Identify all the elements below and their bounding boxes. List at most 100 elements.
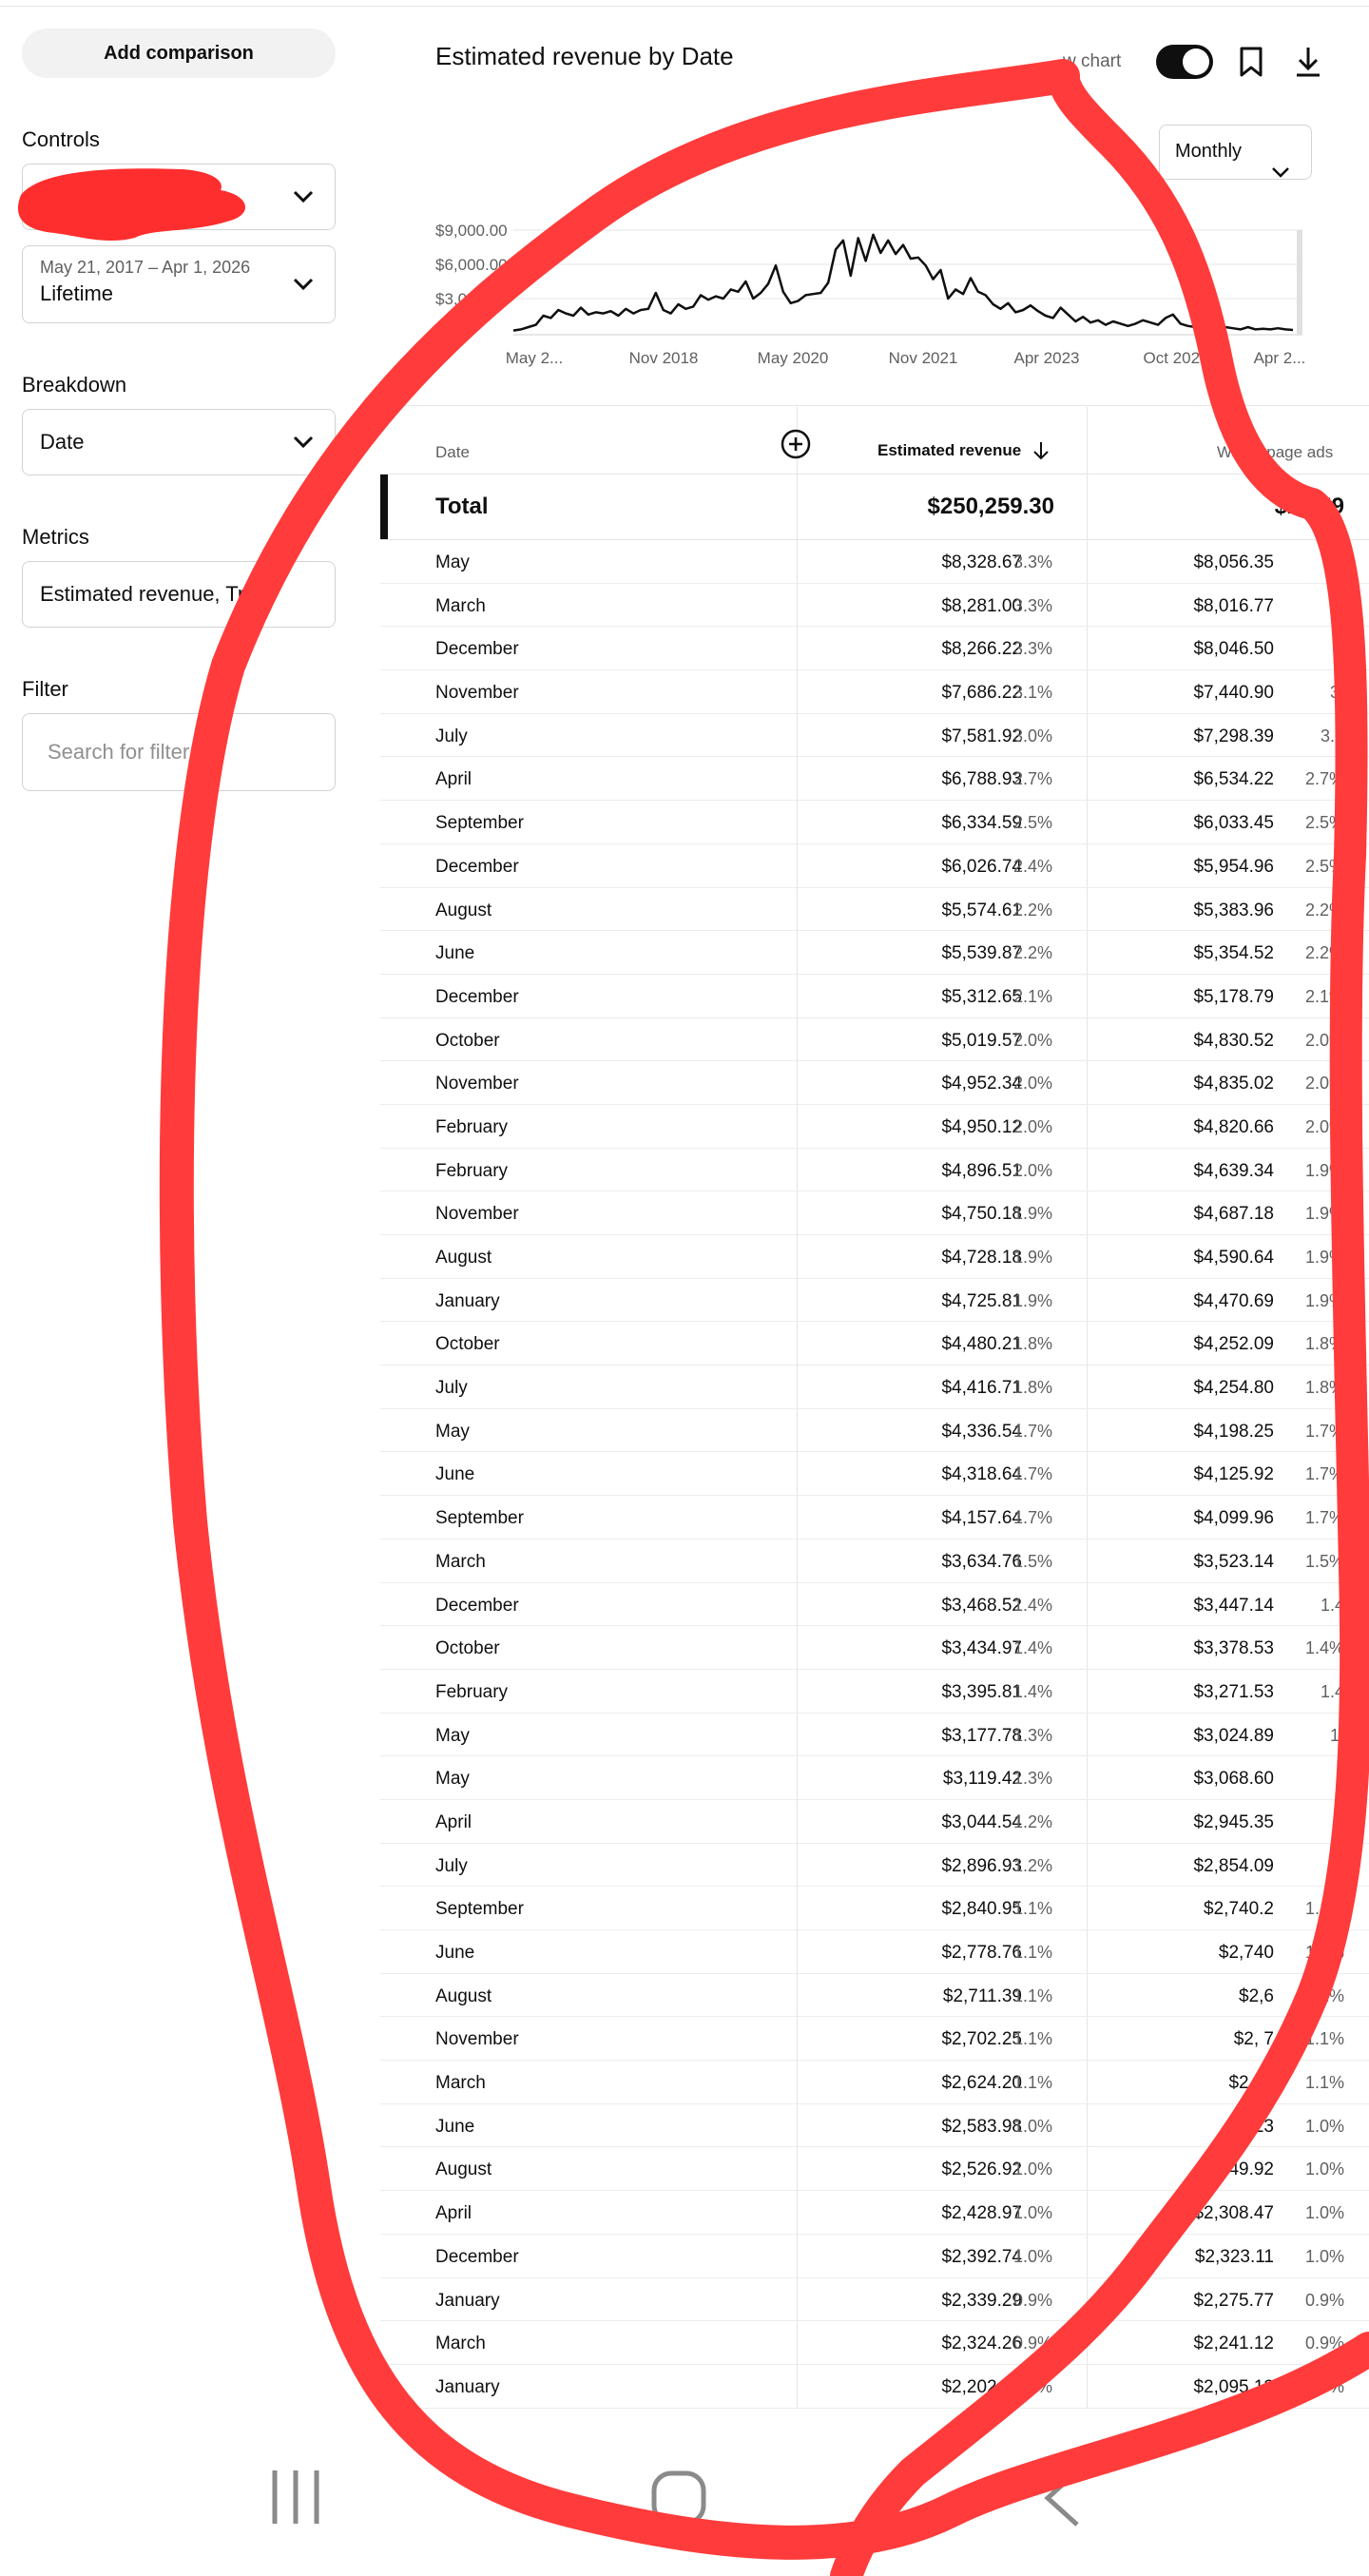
table-row[interactable]: April $2,428.97 1.0% $2,308.47 1.0% bbox=[380, 2191, 1369, 2235]
row-revenue: $2,324.26 bbox=[941, 2334, 1022, 2354]
table-row[interactable]: July $2,896.93 1.2% $2,854.09% bbox=[380, 1844, 1369, 1888]
row-revenue: $2,702.25 bbox=[941, 2029, 1022, 2050]
table-row[interactable]: December $5,312.65 2.1% $5,178.79 2.1% bbox=[380, 975, 1369, 1018]
show-chart-label: w chart bbox=[1063, 51, 1122, 71]
table-row[interactable]: October $5,019.57 2.0% $4,830.52 2.0% bbox=[380, 1018, 1369, 1062]
breakdown-select[interactable]: Date bbox=[22, 409, 336, 475]
row-watch-page-ads-percent: 3. bbox=[1329, 683, 1344, 703]
chart-scrollbar[interactable] bbox=[1297, 230, 1302, 335]
table-row[interactable]: January $2,339.29 0.9% $2,275.77 0.9% bbox=[380, 2278, 1369, 2322]
table-row[interactable]: June $5,539.87 2.2% $5,354.52 2.2% bbox=[380, 931, 1369, 975]
table-row[interactable]: June $2,778.76 1.1% $2,740 1.1% bbox=[380, 1930, 1369, 1974]
table-row[interactable]: July $7,581.92 3.0% $7,298.39 3.0 bbox=[380, 714, 1369, 758]
row-date: June bbox=[435, 943, 475, 964]
row-date: December bbox=[435, 1595, 519, 1616]
table-row[interactable]: February $4,896.51 2.0% $4,639.34 1.9% bbox=[380, 1149, 1369, 1192]
row-revenue-percent: 1.2% bbox=[1012, 1855, 1052, 1875]
row-watch-page-ads-percent: 2.5% bbox=[1304, 813, 1344, 833]
table-row[interactable]: February $4,950.12 2.0% $4,820.66 2.0% bbox=[380, 1105, 1369, 1149]
row-revenue: $4,728.18 bbox=[941, 1248, 1022, 1268]
table-row[interactable]: May $3,177.78 1.3% $3,024.89 1. bbox=[380, 1714, 1369, 1757]
table-row[interactable]: August $2,526.92 1.0% ,349.92 1.0% bbox=[380, 2147, 1369, 2192]
table-row[interactable]: January $2,202.52 0.9% $2,095.13 0.9% bbox=[380, 2365, 1369, 2409]
home-icon[interactable] bbox=[651, 2470, 706, 2526]
table-row[interactable]: March $2,324.26 0.9% $2,241.12 0.9% bbox=[380, 2321, 1369, 2365]
row-revenue: $8,266.22 bbox=[941, 639, 1022, 660]
row-date: March bbox=[435, 2073, 486, 2094]
table-row[interactable]: November $7,686.22 3.1% $7,440.90 3. bbox=[380, 670, 1369, 714]
row-revenue: $2,840.95 bbox=[941, 1899, 1022, 1920]
y-tick-label: $6,000.00 bbox=[435, 256, 508, 274]
table-row[interactable]: March $3,634.76 1.5% $3,523.14 1.5% bbox=[380, 1540, 1369, 1583]
row-watch-page-ads-percent: 1.7% bbox=[1304, 1464, 1344, 1484]
row-watch-page-ads: $8,046.50 bbox=[1193, 639, 1274, 660]
table-row[interactable]: May $3,119.42 1.3% $3,068.60 bbox=[380, 1756, 1369, 1800]
x-tick-label: Nov 2021 bbox=[889, 349, 958, 367]
chevron-down-icon bbox=[293, 436, 314, 449]
interval-select[interactable]: Monthly bbox=[1159, 125, 1312, 180]
table-row[interactable]: April $6,788.93 2.7% $6,534.22 2.7% bbox=[380, 757, 1369, 802]
revenue-line-chart[interactable]: $9,000.00 $6,000.00 $3,000 May 2... Nov … bbox=[418, 211, 1312, 382]
table-row[interactable]: June $2,583.98 1.0% .23 1.0% bbox=[380, 2104, 1369, 2148]
table-row[interactable]: August $5,574.61 2.2% $5,383.96 2.2% bbox=[380, 888, 1369, 932]
table-row[interactable]: February $3,395.81 1.4% $3,271.53 1.4 bbox=[380, 1670, 1369, 1714]
table-row[interactable]: October $4,480.21 1.8% $4,252.09 1.8% bbox=[380, 1322, 1369, 1366]
date-range-select[interactable]: May 21, 2017 – Apr 1, 2026 Lifetime bbox=[22, 245, 336, 323]
row-watch-page-ads-percent: 1. bbox=[1329, 1725, 1344, 1745]
filter-search-input[interactable]: Search for filter bbox=[22, 713, 336, 791]
table-row[interactable]: September $2,840.95 1.1% $2,740.2 1.1% bbox=[380, 1887, 1369, 1930]
table-row[interactable]: July $4,416.71 1.8% $4,254.80 1.8% bbox=[380, 1365, 1369, 1409]
table-body: May $8,328.67 3.3% $8,056.35 March $8,281.00 3… bbox=[380, 540, 1369, 2409]
row-revenue-percent: 1.1% bbox=[1012, 2029, 1052, 2049]
row-revenue: $2,392.74 bbox=[941, 2246, 1022, 2267]
table-row[interactable]: May $4,336.54 1.7% $4,198.25 1.7% bbox=[380, 1409, 1369, 1453]
row-watch-page-ads-percent: 0.9% bbox=[1304, 2334, 1344, 2353]
column-header-revenue[interactable]: Estimated revenue bbox=[877, 441, 1021, 460]
add-column-icon[interactable] bbox=[780, 428, 812, 460]
row-revenue-percent: 1.1% bbox=[1012, 1943, 1052, 1962]
table-row[interactable]: August $2,711.39 1.1% $2,6 1.1% bbox=[380, 1974, 1369, 2018]
table-row[interactable]: April $3,044.54 1.2% $2,945.35 bbox=[380, 1800, 1369, 1844]
row-revenue: $7,686.22 bbox=[941, 683, 1022, 704]
x-tick-label: May 2020 bbox=[758, 349, 829, 367]
row-revenue: $4,950.12 bbox=[941, 1116, 1022, 1137]
row-revenue-percent: 2.7% bbox=[1012, 769, 1052, 789]
row-date: January bbox=[435, 2376, 500, 2397]
row-watch-page-ads: ,349.92 bbox=[1213, 2160, 1274, 2180]
table-row[interactable]: December $2,392.74 1.0% $2,323.11 1.0% bbox=[380, 2235, 1369, 2278]
table-row[interactable]: September $4,157.64 1.7% $4,099.96 1.7% bbox=[380, 1496, 1369, 1540]
download-icon[interactable] bbox=[1294, 46, 1322, 78]
show-chart-toggle[interactable] bbox=[1156, 45, 1213, 79]
row-revenue-percent: 2.0% bbox=[1012, 1074, 1052, 1094]
table-row[interactable]: September $6,334.59 2.5% $6,033.45 2.5% bbox=[380, 801, 1369, 844]
table-row[interactable]: November $2,702.25 1.1% $2, 7 1.1% bbox=[380, 2017, 1369, 2062]
table-row[interactable]: March $2,624.20 1.1% $2 52 1.1% bbox=[380, 2061, 1369, 2104]
total-row: Total $250,259.30 $24 59 bbox=[380, 475, 1369, 540]
row-date: September bbox=[435, 813, 524, 834]
table-row[interactable]: December $3,468.52 1.4% $3,447.14 1.4 bbox=[380, 1583, 1369, 1627]
column-header-watch-page-ads[interactable]: Watch page ads bbox=[1217, 443, 1333, 462]
row-watch-page-ads-percent: 1.7% bbox=[1304, 1421, 1344, 1441]
table-row[interactable]: March $8,281.00 3.3% $8,016.77 bbox=[380, 584, 1369, 628]
back-icon[interactable] bbox=[1043, 2469, 1081, 2528]
table-row[interactable]: January $4,725.81 1.9% $4,470.69 1.9% bbox=[380, 1279, 1369, 1323]
table-row[interactable]: November $4,750.18 1.9% $4,687.18 1.9% bbox=[380, 1191, 1369, 1235]
table-row[interactable]: June $4,318.64 1.7% $4,125.92 1.7% bbox=[380, 1452, 1369, 1497]
metrics-select[interactable]: Estimated revenue, Tr... bbox=[22, 561, 336, 628]
table-row[interactable]: December $6,026.74 2.4% $5,954.96 2.5% bbox=[380, 844, 1369, 888]
row-revenue: $8,328.67 bbox=[941, 552, 1022, 572]
row-watch-page-ads-percent: 1.0% bbox=[1304, 2246, 1344, 2266]
add-comparison-button[interactable]: Add comparison bbox=[22, 29, 336, 78]
table-row[interactable]: December $8,266.22 3.3% $8,046.50 bbox=[380, 627, 1369, 671]
recent-apps-icon[interactable] bbox=[269, 2469, 322, 2526]
bookmark-icon[interactable] bbox=[1239, 46, 1263, 78]
x-tick-label: Nov 2018 bbox=[629, 349, 699, 367]
table-row[interactable]: August $4,728.18 1.9% $4,590.64 1.9% bbox=[380, 1235, 1369, 1279]
row-watch-page-ads-percent: 3.0 bbox=[1320, 726, 1344, 746]
table-row[interactable]: May $8,328.67 3.3% $8,056.35 bbox=[380, 540, 1369, 584]
sort-descending-icon[interactable] bbox=[1032, 441, 1050, 460]
row-revenue-percent: 3.3% bbox=[1012, 595, 1052, 615]
table-row[interactable]: November $4,952.34 2.0% $4,835.02 2.0% bbox=[380, 1061, 1369, 1105]
column-header-date[interactable]: Date bbox=[435, 443, 470, 462]
table-row[interactable]: October $3,434.97 1.4% $3,378.53 1.4% bbox=[380, 1626, 1369, 1670]
